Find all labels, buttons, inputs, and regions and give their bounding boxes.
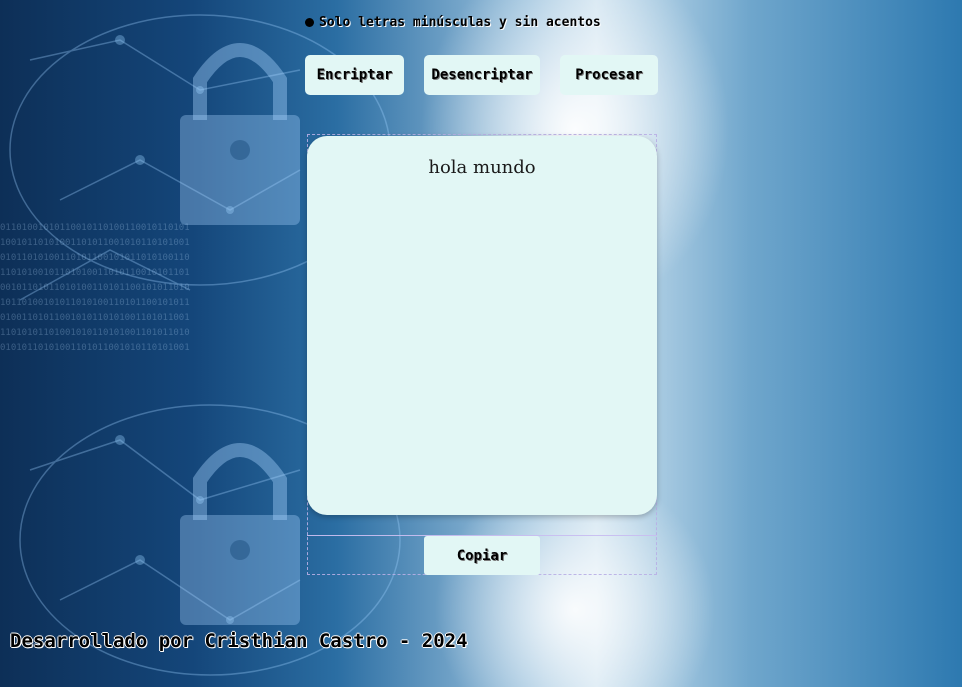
svg-text:010011010110010101101010011010: 01001101011001010110101001101011001 [0, 313, 190, 323]
encrypt-button[interactable]: Encriptar [305, 55, 404, 95]
bullet-icon [305, 18, 314, 27]
svg-text:010101101010011010110010101101: 01010110101001101011001010110101001 [0, 343, 190, 353]
output-textarea[interactable]: hola mundo [307, 136, 657, 515]
svg-text:011010010101100101101001100101: 01101001010110010110100110010110101 [0, 223, 190, 233]
process-button[interactable]: Procesar [560, 55, 658, 95]
decrypt-button[interactable]: Desencriptar [424, 55, 540, 95]
svg-text:010110101001101011001010110101: 01011010100110101100101011010100110 [0, 253, 190, 263]
instruction-note: Solo letras minúsculas y sin acentos [305, 15, 601, 30]
footer-credit: Desarrollado por Cristhian Castro - 2024 [10, 630, 468, 652]
svg-text:101101001010110101001101011001: 10110100101011010100110101100101011 [0, 298, 190, 308]
output-text: hola mundo [428, 157, 536, 178]
svg-text:100101101010011010110010101101: 10010110101001101011001010110101001 [0, 238, 190, 248]
instruction-text: Solo letras minúsculas y sin acentos [319, 15, 601, 30]
svg-text:110101011010010101101010011010: 11010101101001010110101001101011010 [0, 328, 190, 338]
svg-text:110101001011010100110101100101: 11010100101101010011010110010101101 [0, 268, 190, 278]
copy-button[interactable]: Copiar [424, 536, 540, 575]
svg-text:001011010110101001101011001010: 00101101011010100110101100101011010 [0, 283, 190, 293]
